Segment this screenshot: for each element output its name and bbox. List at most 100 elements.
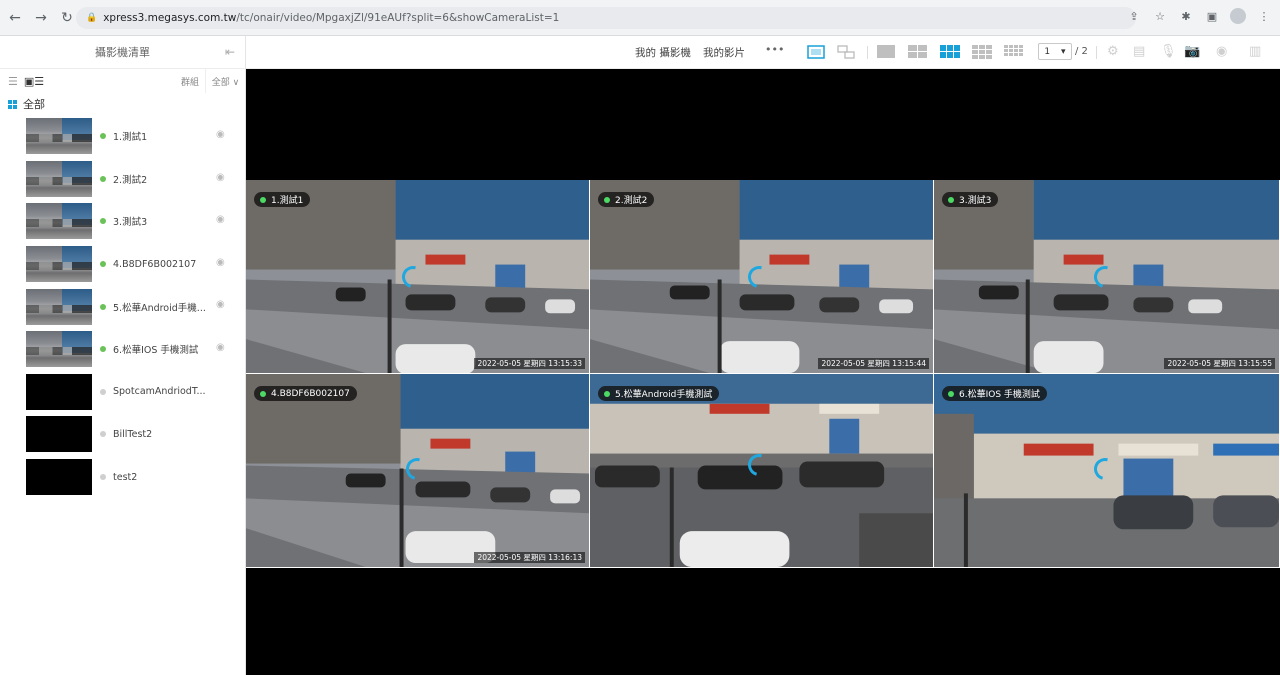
layout-16-icon[interactable] xyxy=(1004,45,1023,56)
film-icon[interactable]: ▤ xyxy=(1133,44,1145,59)
chevron-down-icon: ▾ xyxy=(1061,46,1066,57)
camera-list-item[interactable]: 2.測試2 ◉ xyxy=(0,158,245,201)
offline-status-dot xyxy=(100,431,106,438)
video-timestamp: 2022-05-05 星期四 13:15:44 xyxy=(818,358,929,369)
sidebar-header: 攝影機清單 ⇤ xyxy=(0,36,245,69)
extensions-icon[interactable]: ✱ xyxy=(1178,8,1194,24)
back-icon[interactable]: ← xyxy=(4,7,26,29)
list-view-icon[interactable]: ☰ xyxy=(8,75,18,88)
camera-list-item[interactable]: SpotcamAndriodT... xyxy=(0,371,245,414)
online-status-dot xyxy=(100,218,106,225)
camera-thumbnail xyxy=(26,373,92,410)
live-dot-icon xyxy=(260,390,266,397)
url-host: xpress3.megasys.com.tw xyxy=(103,12,237,24)
camera-thumbnail xyxy=(26,203,92,240)
camera-name: BillTest2 xyxy=(113,428,153,440)
camera-name: 3.測試3 xyxy=(113,217,148,229)
filter-dropdown[interactable]: 全部 ∨ xyxy=(205,69,245,93)
eye-icon[interactable]: ◉ xyxy=(216,257,225,268)
browser-menu-icon[interactable]: ⋮ xyxy=(1256,8,1272,24)
viewer-toolbar: 我的 攝影機 我的影片 ••• 1 ▾ / 2 ⚙ ▤ 🎙 📷 ◉ ▥ xyxy=(246,36,1280,69)
camera-thumbnail xyxy=(26,118,92,155)
layout-1-icon[interactable] xyxy=(877,45,895,58)
online-status-dot xyxy=(100,175,106,182)
reload-icon[interactable]: ↻ xyxy=(56,7,78,29)
page-dropdown[interactable]: 1 ▾ xyxy=(1038,43,1072,60)
multi-window-icon[interactable] xyxy=(837,44,855,60)
page-selector: 1 ▾ / 2 xyxy=(1038,43,1088,60)
camera-name: 1.測試1 xyxy=(113,132,148,144)
tile-camera-name: 1.測試1 xyxy=(271,196,304,206)
layout-4-icon[interactable] xyxy=(908,45,927,58)
tile-camera-name: 6.松華IOS 手機測試 xyxy=(959,390,1040,400)
my-cameras-link[interactable]: 我的 攝影機 xyxy=(635,45,691,60)
more-menu-button[interactable]: ••• xyxy=(765,43,784,56)
camera-label-tag: 4.B8DF6B002107 xyxy=(254,386,357,401)
camera-list-item[interactable]: BillTest2 xyxy=(0,413,245,456)
camera-thumbnail xyxy=(26,288,92,325)
all-cameras-node[interactable]: 全部 xyxy=(0,93,245,115)
layout-6-icon[interactable] xyxy=(940,45,960,58)
address-bar[interactable]: 🔒 xpress3.megasys.com.tw /tc/onair/video… xyxy=(76,7,1136,29)
video-timestamp: 2022-05-05 星期四 13:15:33 xyxy=(474,358,585,369)
video-tile[interactable]: 5.松華Android手機測試 xyxy=(590,374,934,568)
collapse-sidebar-icon[interactable]: ⇤ xyxy=(225,45,235,59)
camera-list-item[interactable]: 1.測試1 ◉ xyxy=(0,115,245,158)
camera-thumbnail xyxy=(26,416,92,453)
camera-thumbnail xyxy=(26,331,92,368)
video-tile[interactable]: 2.測試2 2022-05-05 星期四 13:15:44 xyxy=(590,180,934,374)
group-toggle[interactable]: 群組 xyxy=(181,75,199,88)
all-cameras-label: 全部 xyxy=(23,98,45,111)
camera-label-tag: 6.松華IOS 手機測試 xyxy=(942,386,1047,401)
camera-list-item[interactable]: 6.松華IOS 手機測試 ◉ xyxy=(0,328,245,371)
layout-9-icon[interactable] xyxy=(972,45,992,59)
online-status-dot xyxy=(100,346,106,353)
sidebar-toolbar: ☰ ▣☰ 群組 全部 ∨ xyxy=(0,69,245,93)
camera-list-item[interactable]: 5.松華Android手機... ◉ xyxy=(0,285,245,328)
share-icon[interactable]: ⇪ xyxy=(1126,8,1142,24)
toolbar-divider xyxy=(1096,46,1097,59)
snapshot-camera-icon[interactable]: 📷 xyxy=(1184,44,1200,59)
eye-icon[interactable]: ◉ xyxy=(216,342,225,353)
forward-icon[interactable]: → xyxy=(30,7,52,29)
eye-icon[interactable]: ◉ xyxy=(1216,44,1227,59)
video-stage: 1.測試1 2022-05-05 星期四 13:15:33 2.測試2 2022… xyxy=(246,69,1280,675)
live-dot-icon xyxy=(604,196,610,203)
video-tile[interactable]: 1.測試1 2022-05-05 星期四 13:15:33 xyxy=(246,180,590,374)
eye-icon[interactable]: ◉ xyxy=(216,129,225,140)
offline-status-dot xyxy=(100,388,106,395)
sidepanel-icon[interactable]: ▣ xyxy=(1204,8,1220,24)
online-status-dot xyxy=(100,133,106,140)
my-videos-link[interactable]: 我的影片 xyxy=(703,45,745,60)
camera-list-item[interactable]: 4.B8DF6B002107 ◉ xyxy=(0,243,245,286)
live-dot-icon xyxy=(948,390,954,397)
video-tile[interactable]: 4.B8DF6B002107 2022-05-05 星期四 13:16:13 xyxy=(246,374,590,568)
camera-name: 4.B8DF6B002107 xyxy=(113,258,197,270)
offline-status-dot xyxy=(100,474,106,481)
camera-list-item[interactable]: 3.測試3 ◉ xyxy=(0,200,245,243)
video-grid: 1.測試1 2022-05-05 星期四 13:15:33 2.測試2 2022… xyxy=(246,180,1280,568)
thumbnail-view-icon[interactable]: ▣☰ xyxy=(24,75,44,88)
camera-thumbnail xyxy=(26,160,92,197)
camera-name: 6.松華IOS 手機測試 xyxy=(113,345,199,357)
settings-icon[interactable]: ⚙ xyxy=(1107,44,1119,59)
bookmark-star-icon[interactable]: ☆ xyxy=(1152,8,1168,24)
video-tile[interactable]: 3.測試3 2022-05-05 星期四 13:15:55 xyxy=(934,180,1280,374)
camera-thumbnail xyxy=(26,459,92,496)
eye-icon[interactable]: ◉ xyxy=(216,172,225,183)
online-status-dot xyxy=(100,303,106,310)
eye-icon[interactable]: ◉ xyxy=(216,299,225,310)
grid-icon xyxy=(8,99,17,109)
eye-icon[interactable]: ◉ xyxy=(216,214,225,225)
video-tile[interactable]: 6.松華IOS 手機測試 xyxy=(934,374,1280,568)
fullscreen-icon[interactable] xyxy=(807,44,825,60)
camera-list-item[interactable]: test2 xyxy=(0,456,245,499)
microphone-icon[interactable]: 🎙 xyxy=(1160,44,1177,59)
profile-avatar[interactable] xyxy=(1230,8,1246,24)
camera-name: SpotcamAndriodT... xyxy=(113,386,206,398)
tile-camera-name: 4.B8DF6B002107 xyxy=(271,388,350,399)
camera-label-tag: 5.松華Android手機測試 xyxy=(598,386,720,401)
panel-icon[interactable]: ▥ xyxy=(1249,44,1261,59)
url-path: /tc/onair/video/MpgaxjZl/91eAUf?split=6&… xyxy=(236,12,560,24)
current-page: 1 xyxy=(1044,46,1051,57)
